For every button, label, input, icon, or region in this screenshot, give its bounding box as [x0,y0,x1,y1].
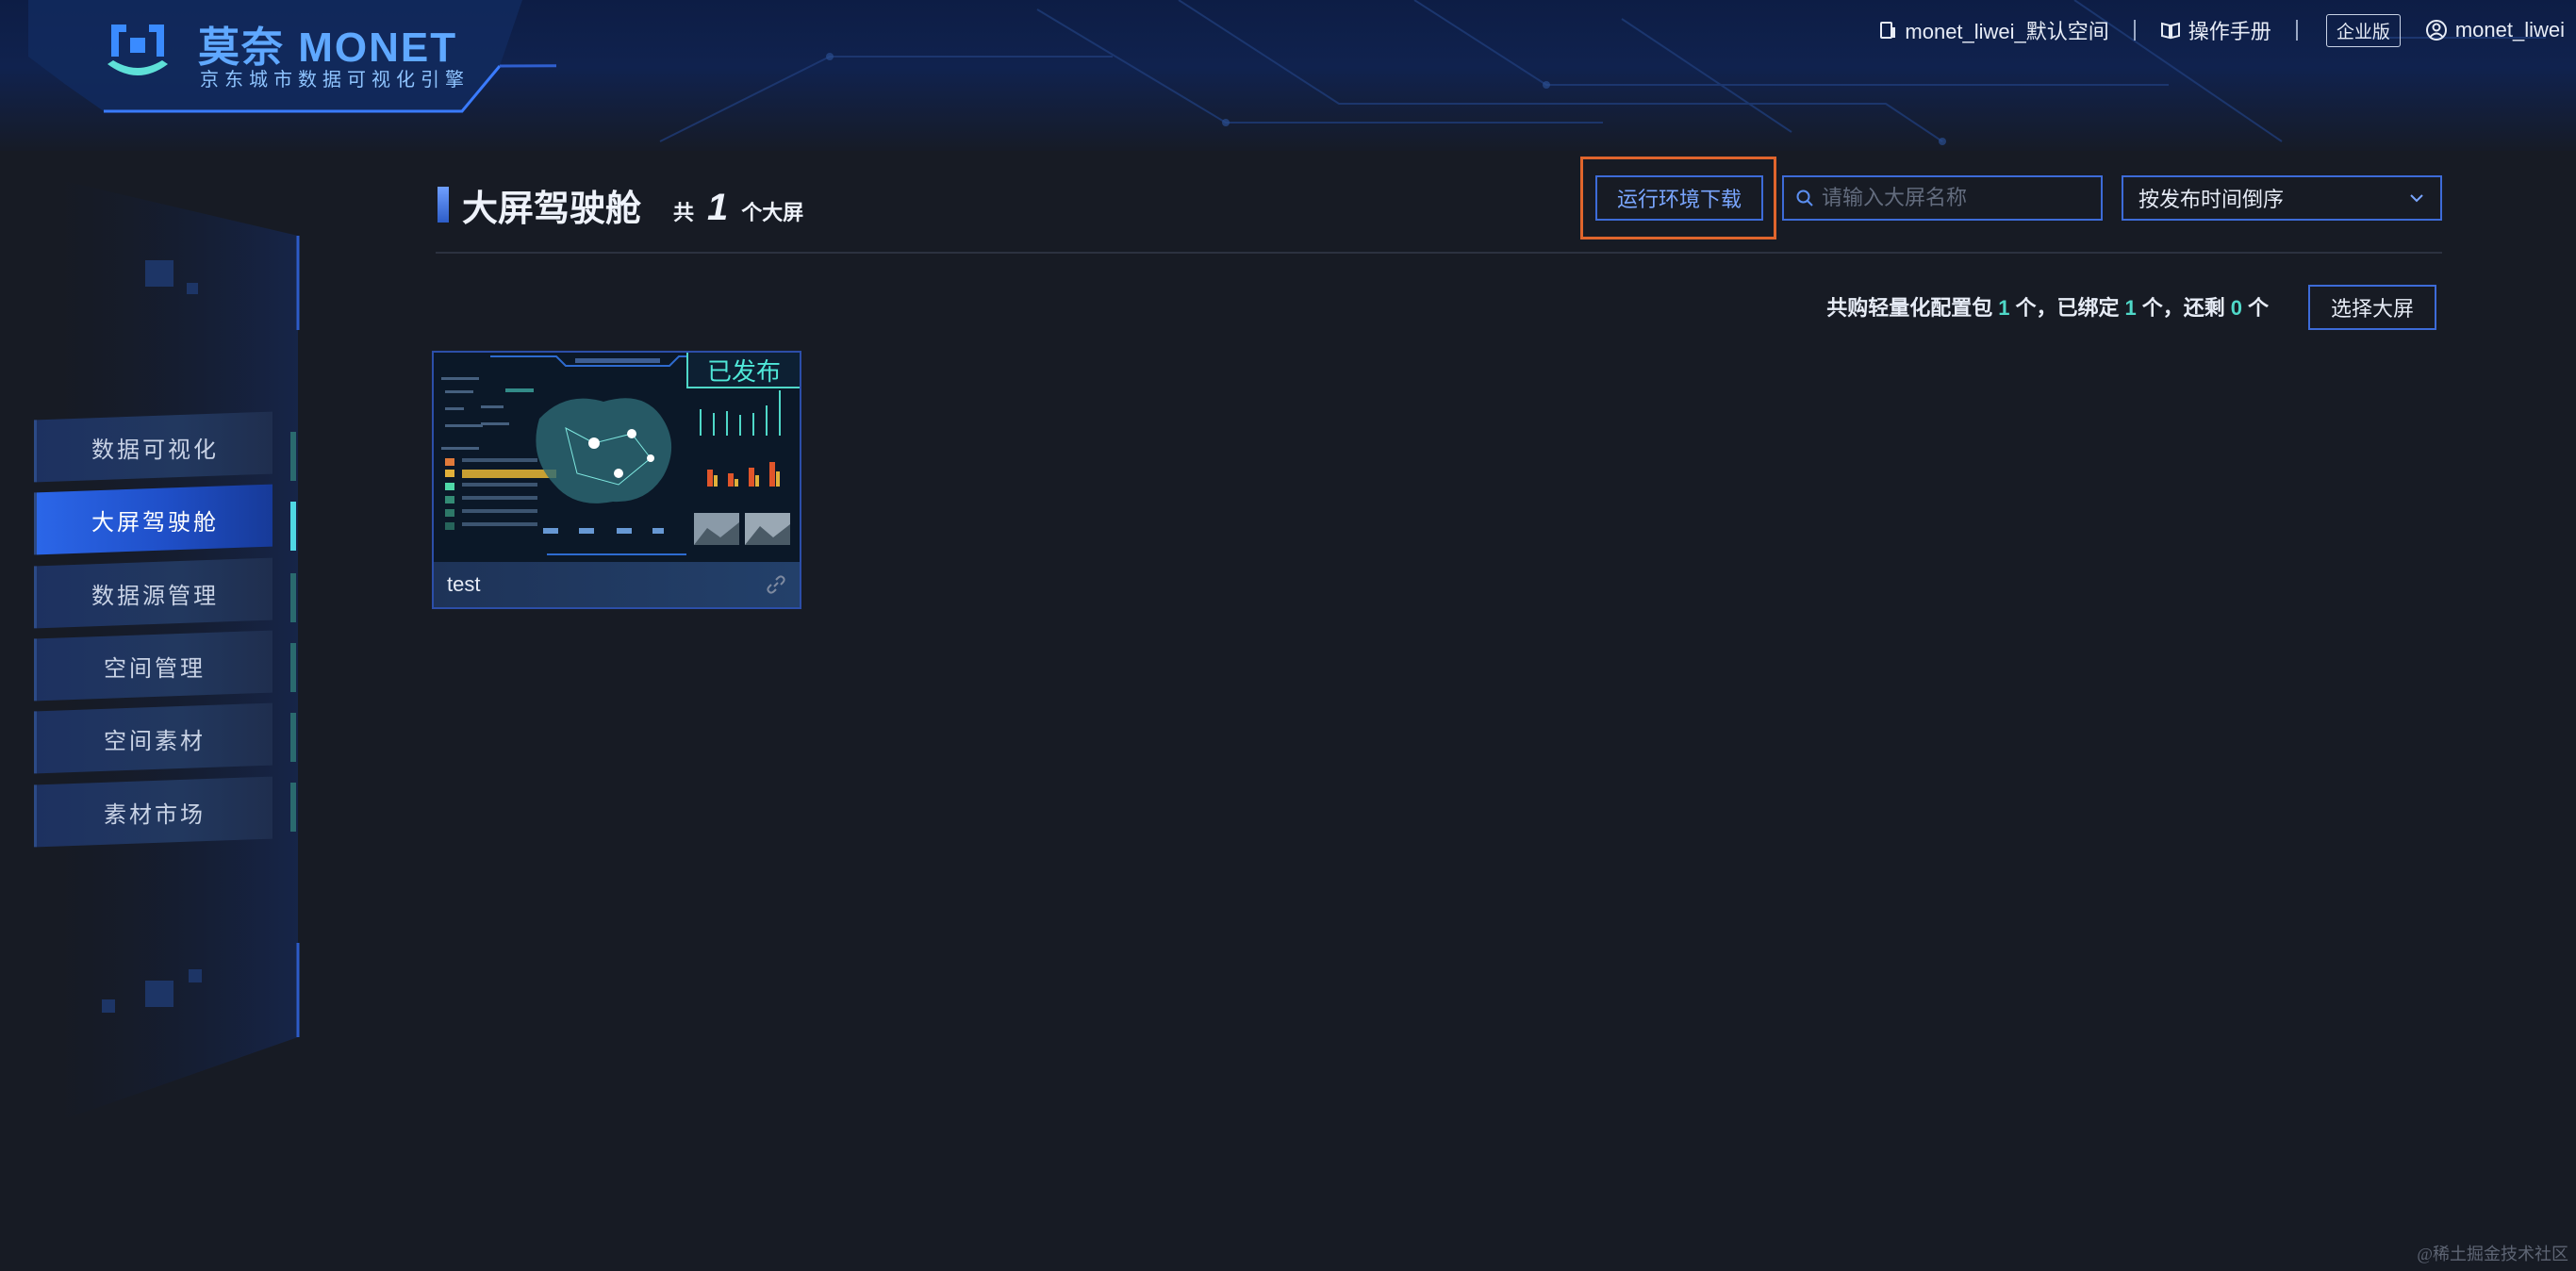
card-footer: test [434,562,800,607]
workspace-icon [1880,22,1896,39]
quota-bound: 1 [2124,296,2137,320]
nav-divider [2133,20,2136,41]
workspace-label: monet_liwei_默认空间 [1905,20,2109,43]
link-icon[interactable] [766,574,786,595]
dashboard-count: 共 1 个大屏 [673,187,803,229]
sidebar-item-data-visualization[interactable]: 数据可视化 [34,411,272,483]
search-input[interactable] [1820,185,2097,211]
chevron-down-icon [2410,194,2423,203]
manual-link[interactable]: 操作手册 [2160,15,2271,45]
manual-label: 操作手册 [2188,20,2271,43]
sidebar-item-label: 数据可视化 [91,437,219,463]
quota-remaining: 0 [2230,296,2242,320]
sidebar-item-asset-market[interactable]: 素材市场 [34,776,272,848]
quota-purchased: 1 [1998,296,2010,320]
edition-badge: 企业版 [2325,13,2401,47]
user-icon [2425,20,2447,41]
sidebar-item-datasource-management[interactable]: 数据源管理 [34,557,272,629]
sidebar-item-space-assets[interactable]: 空间素材 [34,702,272,774]
sidebar-item-label: 空间管理 [104,655,206,682]
sort-select[interactable]: 按发布时间倒序 [2122,175,2442,221]
nav-divider [2295,20,2298,41]
logo-subtitle: 京东城市数据可视化引擎 [200,70,470,91]
username: monet_liwei [2454,18,2565,41]
sidebar-item-label: 空间素材 [104,728,206,754]
count-prefix: 共 [673,201,695,224]
top-navigation: monet_liwei_默认空间 操作手册 企业版 monet_liwei [1878,13,2576,47]
quota-text: 个，已绑定 [2015,296,2120,320]
sidebar-tick [290,643,296,692]
select-dashboard-button[interactable]: 选择大屏 [2308,285,2436,330]
sort-selected-value: 按发布时间倒序 [2138,188,2285,211]
count-value: 1 [707,187,729,228]
header-divider [436,252,2442,254]
dashboard-name: test [447,572,481,596]
page-title: 大屏驾驶舱 [462,190,642,229]
sidebar-tick [290,783,296,832]
count-suffix: 个大屏 [741,201,804,224]
sidebar-item-label: 素材市场 [104,801,206,828]
sidebar-tick-active [290,502,296,551]
sidebar-item-dashboard-cockpit[interactable]: 大屏驾驶舱 [34,484,272,555]
book-icon [2160,22,2180,40]
monet-logo-icon [107,25,168,75]
sidebar-tick [290,713,296,762]
sidebar-item-label: 大屏驾驶舱 [91,509,219,536]
runtime-download-button[interactable]: 运行环境下载 [1595,175,1763,221]
published-status-badge: 已发布 [686,353,800,388]
dashboard-thumbnail: 已发布 [434,353,800,564]
title-accent-bar [438,187,449,223]
quota-summary: 共购轻量化配置包 1 个，已绑定 1 个，还剩 0 个 [1826,291,2269,322]
quota-text: 个 [2247,296,2269,320]
dashboard-card[interactable]: 已发布 test [432,351,801,609]
quota-text: 共购轻量化配置包 [1826,296,1993,320]
search-box [1782,175,2103,221]
workspace-switcher[interactable]: monet_liwei_默认空间 [1878,15,2109,45]
user-menu[interactable]: monet_liwei [2425,18,2565,42]
search-icon [1795,189,1814,207]
sidebar-item-space-management[interactable]: 空间管理 [34,630,272,702]
watermark: @稀土掘金技术社区 [2417,1245,2568,1263]
sidebar-item-label: 数据源管理 [91,583,219,609]
sidebar-tick [290,432,296,481]
quota-text: 个，还剩 [2141,296,2225,320]
sidebar-tick [290,573,296,622]
